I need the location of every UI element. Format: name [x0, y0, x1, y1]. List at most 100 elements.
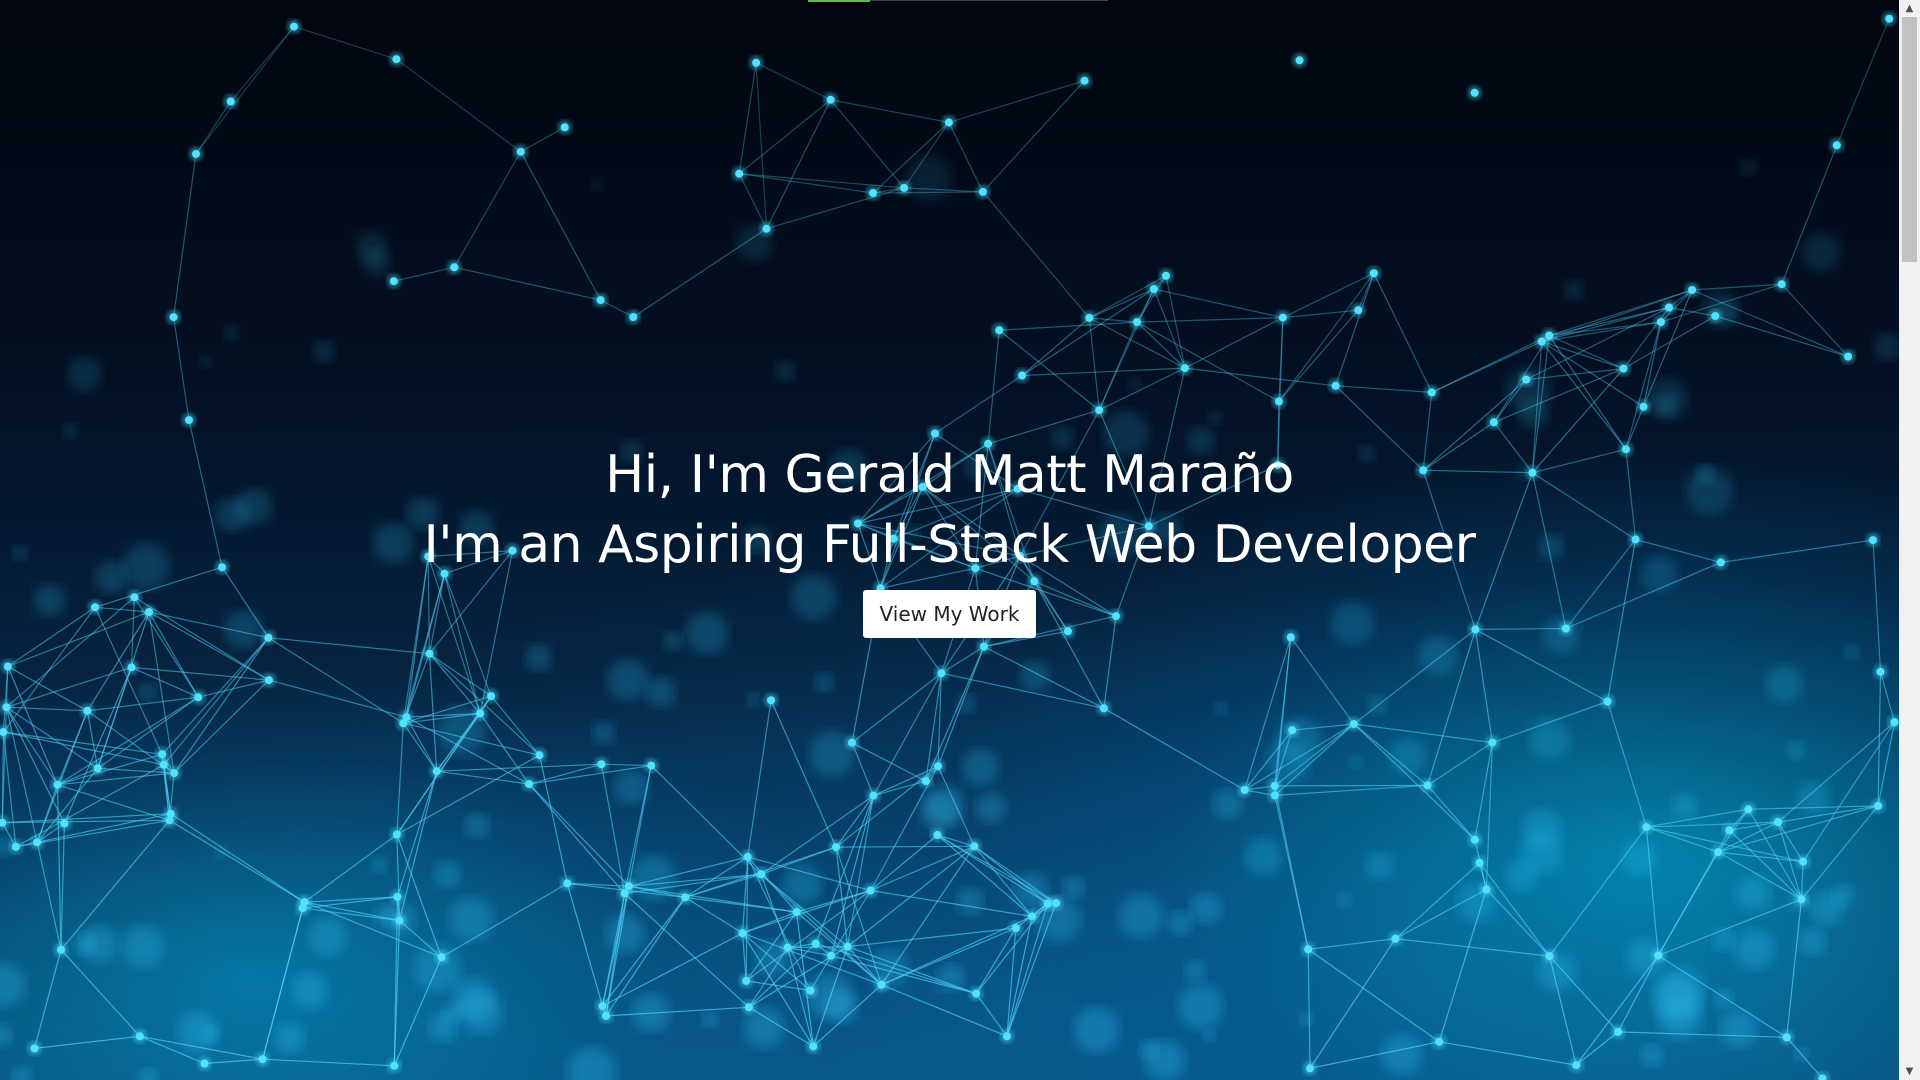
bokeh-dot: [1349, 755, 1363, 769]
network-link: [1353, 628, 1476, 725]
network-node: [1688, 286, 1697, 294]
network-link: [975, 927, 1017, 994]
network-node: [1052, 899, 1061, 908]
network-node: [1475, 858, 1484, 867]
network-link: [851, 672, 942, 744]
network-node: [1435, 1037, 1444, 1046]
network-link: [436, 770, 530, 785]
bokeh-dot: [1337, 892, 1352, 907]
network-node: [1890, 718, 1899, 727]
network-link: [1549, 955, 1619, 1033]
network-node: [1489, 418, 1498, 427]
bokeh-dot: [1844, 644, 1860, 660]
network-node: [1018, 371, 1027, 380]
network-node: [843, 942, 852, 951]
bokeh-dot: [906, 155, 952, 201]
network-link: [268, 637, 430, 655]
network-node: [1011, 924, 1020, 933]
bokeh-dot: [0, 1023, 12, 1047]
network-link: [396, 58, 522, 153]
network-node: [848, 738, 856, 747]
network-node: [1725, 826, 1734, 835]
bokeh-dot: [1244, 837, 1283, 876]
network-link: [738, 99, 831, 175]
network-node: [806, 986, 815, 995]
network-node: [432, 767, 441, 776]
network-node: [393, 892, 402, 901]
network-node: [877, 980, 886, 989]
bokeh-dot: [1720, 1010, 1757, 1048]
bokeh-dot: [1299, 1012, 1313, 1026]
network-link: [1308, 938, 1396, 950]
network-node: [1099, 704, 1108, 713]
chevron-down-icon: ▼: [1905, 1066, 1914, 1077]
network-link: [987, 409, 1100, 445]
network-link: [934, 375, 1023, 434]
scroll-up-arrow[interactable]: ▲: [1899, 0, 1920, 17]
network-node: [264, 676, 273, 685]
network-link: [1274, 785, 1309, 950]
network-link: [60, 823, 65, 950]
network-link: [1088, 317, 1100, 411]
bokeh-dot: [138, 683, 157, 701]
network-link: [738, 173, 768, 229]
bokeh-dot: [1873, 333, 1899, 361]
network-node: [1885, 14, 1894, 23]
network-node: [1288, 726, 1297, 735]
network-link: [34, 1035, 140, 1049]
scrollbar-thumb[interactable]: [1902, 17, 1917, 262]
network-node: [792, 908, 801, 917]
scroll-down-arrow[interactable]: ▼: [1899, 1063, 1920, 1080]
network-node: [158, 750, 167, 759]
network-node: [135, 1032, 144, 1041]
bokeh-dot: [0, 963, 25, 1007]
network-node: [944, 118, 953, 127]
network-node: [934, 762, 942, 771]
network-link: [1395, 938, 1550, 957]
network-node: [1149, 285, 1158, 293]
view-my-work-button[interactable]: View My Work: [862, 590, 1037, 638]
network-node: [1304, 945, 1313, 954]
bokeh-dot: [72, 932, 97, 956]
network-node: [1876, 667, 1885, 676]
network-link: [982, 80, 1085, 193]
network-node: [1639, 402, 1648, 411]
network-link: [169, 819, 305, 903]
network-node: [1832, 141, 1841, 150]
network-node: [1133, 318, 1141, 327]
network-link: [1307, 948, 1440, 1043]
network-node: [866, 886, 875, 895]
network-node: [921, 777, 930, 786]
network-node: [389, 277, 398, 286]
page-scrollbar[interactable]: ▲ ▼: [1899, 0, 1920, 1080]
network-node: [169, 313, 178, 322]
network-link: [173, 153, 197, 318]
network-node: [185, 416, 193, 425]
bokeh-dot: [1740, 159, 1758, 176]
network-link: [745, 890, 871, 982]
network-node: [1369, 269, 1378, 278]
network-link: [428, 653, 438, 772]
network-link: [747, 700, 772, 857]
network-link: [396, 723, 404, 835]
bokeh-dot: [1735, 875, 1771, 912]
network-node: [1427, 388, 1436, 397]
network-node: [476, 709, 485, 718]
network-link: [1541, 306, 1670, 343]
network-link: [982, 191, 1090, 319]
network-link: [3, 731, 163, 755]
network-link: [1103, 707, 1245, 791]
network-link: [479, 713, 530, 785]
bokeh-dot: [1213, 789, 1243, 819]
network-link: [937, 834, 1033, 917]
network-node: [1603, 697, 1612, 706]
network-link: [1098, 321, 1138, 411]
network-link: [1645, 827, 1659, 956]
network-link: [1022, 367, 1185, 377]
network-link: [1549, 826, 1647, 957]
network-link: [204, 1058, 263, 1065]
network-node: [1545, 331, 1554, 340]
bokeh-dot: [1765, 665, 1803, 703]
network-node: [83, 706, 92, 715]
network-node: [1545, 952, 1554, 961]
